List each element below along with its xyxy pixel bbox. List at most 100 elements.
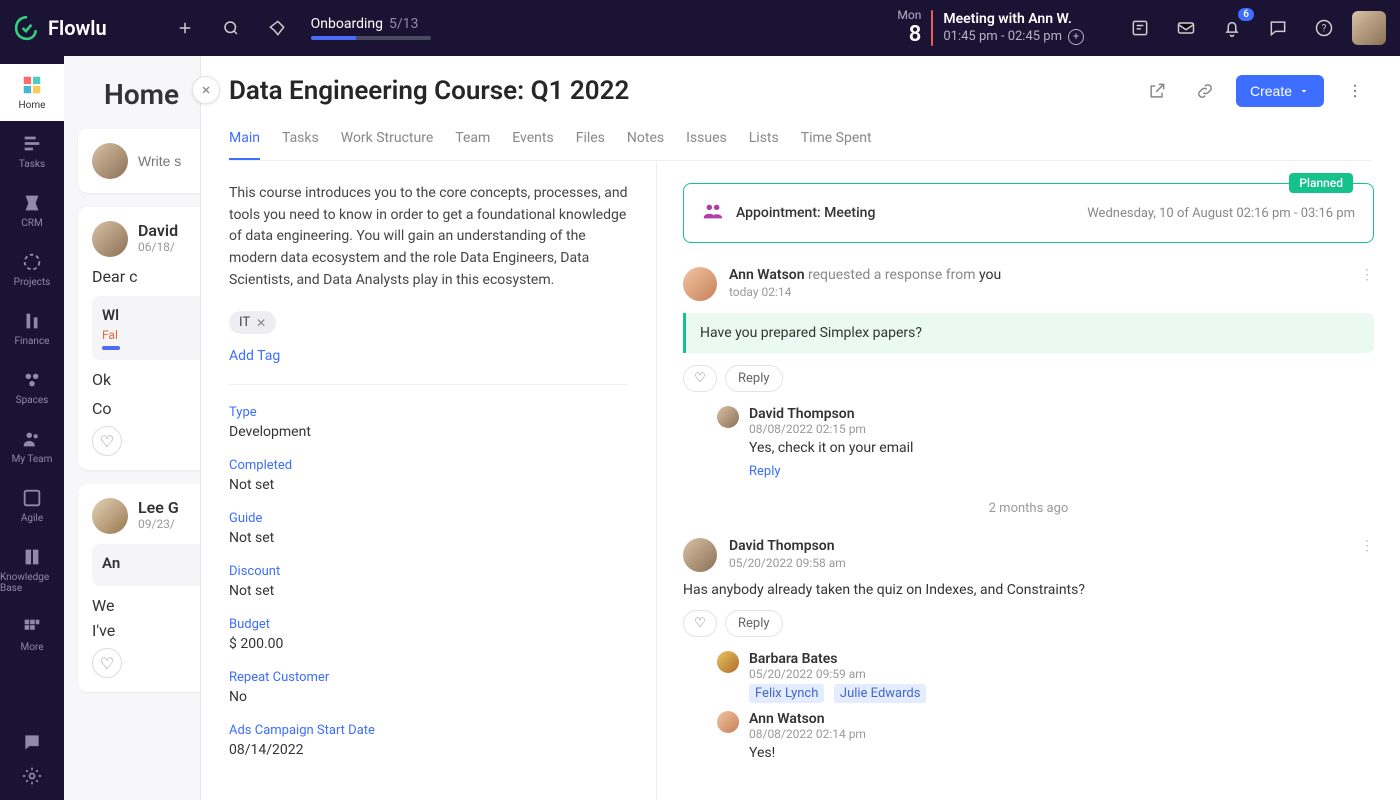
notification-count: 6 [1238, 8, 1254, 21]
rail-agile[interactable]: Agile [0, 477, 64, 534]
close-icon [200, 84, 212, 96]
record-tabs: Main Tasks Work Structure Team Events Files No… [229, 122, 1372, 161]
next-meeting-time: 01:45 pm - 02:45 pm [943, 29, 1062, 45]
activity-menu-button[interactable]: ⋮ [1360, 267, 1374, 301]
tab-team[interactable]: Team [455, 122, 490, 160]
reply-avatar [717, 651, 739, 673]
pin-button[interactable] [259, 10, 295, 46]
user-avatar[interactable] [1352, 11, 1386, 45]
tab-work-structure[interactable]: Work Structure [341, 122, 434, 160]
appointment-title: Appointment: Meeting [736, 205, 875, 221]
tab-time-spent[interactable]: Time Spent [801, 122, 872, 160]
activity-timestamp: 05/20/2022 09:58 am [729, 556, 1348, 570]
appointment-card[interactable]: Planned Appointment: Meeting Wednesday, … [683, 183, 1374, 243]
date-day: 8 [909, 23, 922, 47]
logo[interactable]: Flowlu [14, 15, 107, 41]
activity-action: requested a response from [808, 267, 976, 283]
open-new-button[interactable] [1140, 74, 1174, 108]
field-value: Not set [229, 530, 628, 546]
tag-remove-button[interactable]: ✕ [256, 316, 266, 330]
crm-icon [21, 192, 43, 214]
rail-team[interactable]: My Team [0, 418, 64, 475]
tab-lists[interactable]: Lists [749, 122, 779, 160]
rail-finance[interactable]: Finance [0, 300, 64, 357]
appointment-time: Wednesday, 10 of August 02:16 pm - 03:16… [1087, 206, 1355, 221]
field-value: Not set [229, 477, 628, 493]
intercom-icon[interactable] [22, 732, 42, 752]
add-tag-button[interactable]: Add Tag [229, 348, 628, 364]
field-label: Guide [229, 511, 628, 526]
field-budget[interactable]: Budget$ 200.00 [229, 617, 628, 652]
create-button[interactable]: Create [1236, 75, 1324, 107]
post-avatar [92, 221, 128, 257]
notifications-button[interactable]: 6 [1214, 10, 1250, 46]
rail-label: CRM [21, 218, 42, 229]
rail-tasks[interactable]: Tasks [0, 123, 64, 180]
activity-author[interactable]: David Thompson [729, 538, 1348, 554]
svg-text:?: ? [1322, 23, 1327, 34]
reply-link[interactable]: Reply [749, 464, 1374, 479]
field-guide[interactable]: Guide Not set [229, 511, 628, 546]
activity-author[interactable]: Ann Watson [729, 267, 805, 283]
kebab-icon [1346, 82, 1364, 100]
reply-author[interactable]: Barbara Bates [749, 651, 866, 667]
notes-button[interactable] [1122, 10, 1158, 46]
reply-button[interactable]: Reply [725, 365, 783, 392]
reply-body: Yes! [749, 745, 1374, 761]
chat-icon [1268, 18, 1288, 38]
activity-menu-button[interactable]: ⋮ [1360, 538, 1374, 572]
field-ads-campaign-start-date[interactable]: Ads Campaign Start Date08/14/2022 [229, 723, 628, 758]
help-button[interactable]: ? [1306, 10, 1342, 46]
rail-home[interactable]: Home [0, 64, 64, 121]
tab-notes[interactable]: Notes [627, 122, 664, 160]
mention-chip[interactable]: Julie Edwards [834, 684, 927, 703]
rail-label: More [20, 642, 43, 653]
tab-issues[interactable]: Issues [686, 122, 727, 160]
plus-icon [176, 19, 194, 37]
field-repeat-customer[interactable]: Repeat CustomerNo [229, 670, 628, 705]
reply-button[interactable]: Reply [725, 610, 783, 637]
field-type[interactable]: TypeDevelopment [229, 405, 628, 440]
like-button[interactable]: ♡ [92, 426, 122, 456]
reply-avatar [717, 406, 739, 428]
tab-main[interactable]: Main [229, 122, 260, 160]
tab-events[interactable]: Events [512, 122, 553, 160]
more-menu-button[interactable] [1338, 74, 1372, 108]
like-button[interactable]: ♡ [92, 648, 122, 678]
mention-chip[interactable]: Felix Lynch [749, 684, 824, 703]
close-panel-button[interactable] [192, 76, 220, 104]
record-description: This course introduces you to the core c… [229, 183, 628, 291]
add-meeting-button[interactable]: + [1068, 29, 1084, 45]
add-button[interactable] [167, 10, 203, 46]
search-button[interactable] [213, 10, 249, 46]
chevron-down-icon [1298, 85, 1310, 97]
rail-more[interactable]: More [0, 606, 64, 663]
activity-item: Ann Watson requested a response from you… [683, 267, 1374, 479]
finance-icon [21, 310, 43, 332]
mail-button[interactable] [1168, 10, 1204, 46]
like-button[interactable]: ♡ [683, 610, 717, 637]
field-value: 08/14/2022 [229, 742, 628, 758]
reply-author[interactable]: David Thompson [749, 406, 866, 422]
rail-crm[interactable]: CRM [0, 182, 64, 239]
chat-button[interactable] [1260, 10, 1296, 46]
copy-link-button[interactable] [1188, 74, 1222, 108]
rail-projects[interactable]: Projects [0, 241, 64, 298]
rail-spaces[interactable]: Spaces [0, 359, 64, 416]
activity-timestamp: today 02:14 [729, 285, 1348, 299]
tab-tasks[interactable]: Tasks [282, 122, 319, 160]
record-panel: Data Engineering Course: Q1 2022 Create … [200, 56, 1400, 800]
settings-icon[interactable] [22, 766, 42, 786]
field-completed[interactable]: CompletedNot set [229, 458, 628, 493]
like-button[interactable]: ♡ [683, 365, 717, 392]
rail-kb[interactable]: Knowledge Base [0, 536, 64, 604]
tab-files[interactable]: Files [576, 122, 605, 160]
date-widget[interactable]: Mon 8 Meeting with Ann W. 01:45 pm - 02:… [897, 9, 1084, 46]
note-icon [1130, 18, 1150, 38]
field-discount[interactable]: DiscountNot set [229, 564, 628, 599]
post-author: David [138, 221, 178, 240]
reply-author[interactable]: Ann Watson [749, 711, 866, 727]
tag-chip[interactable]: IT ✕ [229, 311, 276, 334]
onboarding-widget[interactable]: Onboarding 5/13 [311, 16, 431, 40]
rail-label: My Team [12, 454, 53, 465]
